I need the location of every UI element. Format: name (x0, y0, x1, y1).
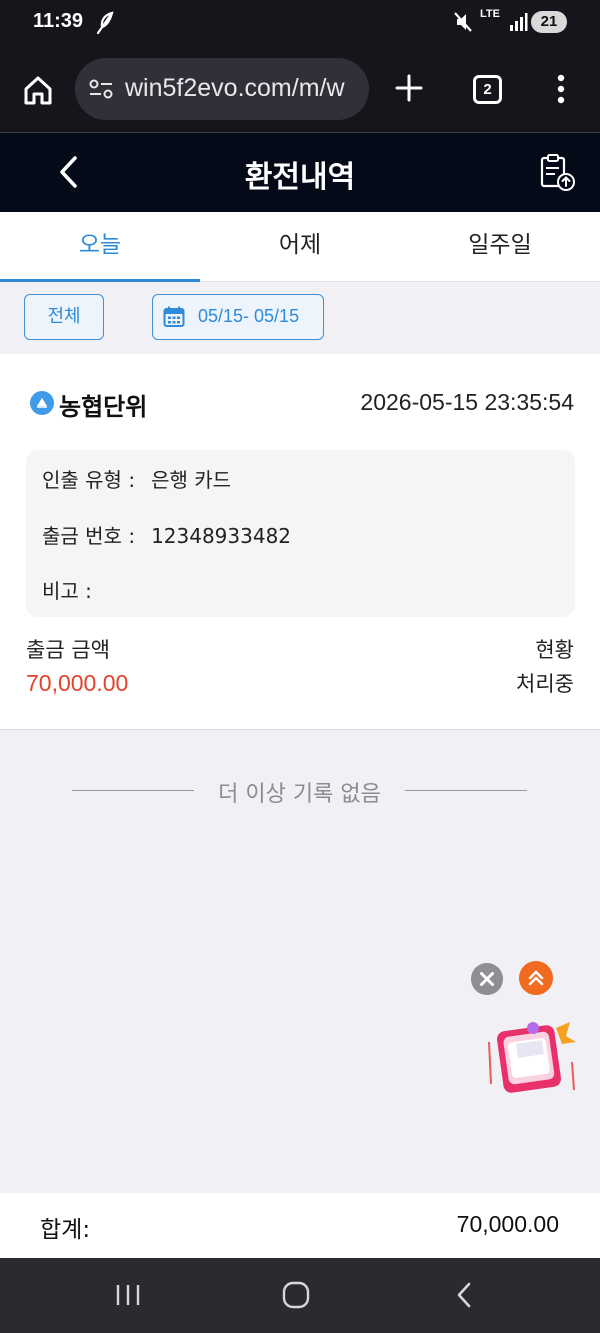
withdrawal-record: 농협단위 2026-05-15 23:35:54 인출 유형 : 은행 카드 출금… (0, 354, 600, 730)
more-menu-icon[interactable] (553, 73, 569, 105)
detail-value: 은행 카드 (151, 468, 232, 492)
browser-toolbar: win5f2evo.com/m/w 2 (0, 46, 600, 133)
home-icon[interactable] (22, 74, 54, 106)
page-title: 환전내역 (244, 160, 356, 195)
total-bar: 합계: 70,000.00 (0, 1193, 600, 1258)
app-header: 환전내역 (0, 133, 600, 212)
network-indicator: LTE (480, 8, 500, 20)
withdrawal-number-row: 출금 번호 : 12348933482 (42, 520, 291, 549)
detail-label: 출금 번호 : (42, 524, 136, 548)
bank-name: 농협단위 (59, 393, 148, 421)
system-navigation-bar (0, 1258, 600, 1333)
divider-line-right (405, 790, 527, 791)
total-value: 70,000.00 (456, 1211, 559, 1237)
scroll-to-top-icon[interactable] (519, 961, 553, 995)
bank-logo-icon (30, 391, 54, 415)
tab-switcher-button[interactable]: 2 (473, 75, 502, 104)
filter-all-button[interactable]: 전체 (24, 294, 104, 340)
period-tabs: 오늘 어제 일주일 (0, 212, 600, 282)
remark-row: 비고 : (42, 575, 108, 604)
date-range-button[interactable]: 05/15- 05/15 (152, 294, 324, 340)
detail-value: 12348933482 (151, 524, 292, 548)
signal-icon (510, 13, 528, 31)
status-label: 현황 (535, 638, 574, 662)
status-value: 처리중 (516, 672, 574, 696)
new-tab-icon[interactable] (394, 73, 424, 103)
end-of-list-divider: 더 이상 기록 없음 (72, 772, 527, 808)
status-time: 11:39 (33, 10, 84, 32)
recent-apps-icon[interactable] (114, 1283, 142, 1307)
calendar-icon (163, 306, 185, 327)
address-bar[interactable]: win5f2evo.com/m/w (75, 58, 369, 120)
status-bar: 11:39 LTE 21 (0, 0, 600, 46)
close-floating-icon[interactable] (471, 963, 503, 995)
tab-today[interactable]: 오늘 (0, 212, 200, 282)
record-details: 인출 유형 : 은행 카드 출금 번호 : 12348933482 비고 : (26, 450, 575, 617)
battery-indicator: 21 (531, 11, 567, 33)
clipboard-upload-icon[interactable] (537, 152, 577, 192)
tab-week[interactable]: 일주일 (400, 212, 600, 282)
amount-label: 출금 금액 (26, 638, 110, 662)
end-of-list-text: 더 이상 기록 없음 (218, 782, 381, 807)
record-datetime: 2026-05-15 23:35:54 (360, 389, 574, 415)
date-range-text: 05/15- 05/15 (198, 306, 300, 326)
system-back-icon[interactable] (454, 1281, 474, 1309)
url-text: win5f2evo.com/m/w (125, 74, 345, 102)
feather-icon (96, 11, 114, 35)
withdrawal-type-row: 인출 유형 : 은행 카드 (42, 464, 231, 493)
detail-label: 인출 유형 : (42, 468, 136, 492)
gift-box-icon[interactable] (486, 1014, 578, 1098)
detail-label: 비고 : (42, 579, 92, 603)
filter-bar: 전체 05/15- 05/15 (0, 282, 600, 354)
tab-yesterday[interactable]: 어제 (200, 212, 400, 282)
amount-value: 70,000.00 (26, 670, 129, 696)
home-button-icon[interactable] (282, 1281, 310, 1309)
site-settings-icon[interactable] (88, 77, 114, 101)
mute-icon (454, 12, 472, 32)
total-label: 합계: (40, 1217, 91, 1243)
